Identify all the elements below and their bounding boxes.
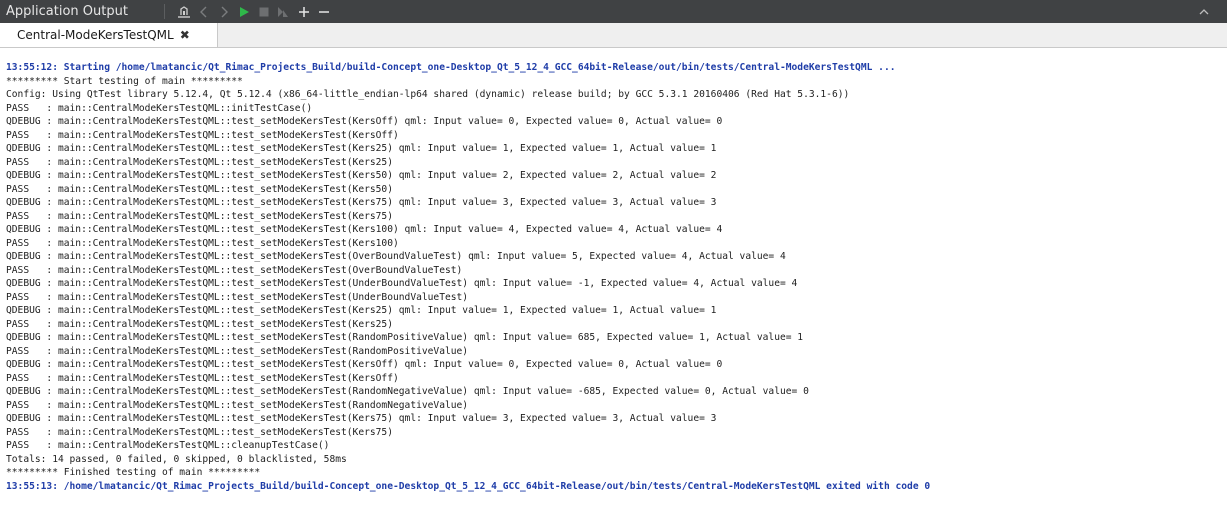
next-arrow-icon[interactable] (215, 0, 233, 23)
application-output-text[interactable]: 13:55:12: Starting /home/lmatancic/Qt_Ri… (6, 61, 1227, 493)
output-line: PASS : main::CentralModeKersTestQML::tes… (6, 183, 393, 195)
output-line: PASS : main::CentralModeKersTestQML::tes… (6, 129, 399, 141)
tab-central-modekerstestqml[interactable]: Central-ModeKersTestQML ✖ (0, 23, 218, 47)
output-line: PASS : main::CentralModeKersTestQML::tes… (6, 399, 469, 411)
pane-title: Application Output (6, 4, 128, 19)
stop-icon[interactable] (255, 0, 273, 23)
output-line: QDEBUG : main::CentralModeKersTestQML::t… (6, 197, 717, 208)
zoom-out-icon[interactable] (315, 0, 333, 23)
output-line: Totals: 14 passed, 0 failed, 0 skipped, … (6, 453, 347, 465)
output-line: PASS : main::CentralModeKersTestQML::tes… (6, 237, 399, 249)
tab-label: Central-ModeKersTestQML (17, 28, 174, 42)
output-line: QDEBUG : main::CentralModeKersTestQML::t… (6, 251, 786, 262)
output-line: PASS : main::CentralModeKersTestQML::tes… (6, 210, 393, 222)
output-line: QDEBUG : main::CentralModeKersTestQML::t… (6, 170, 717, 181)
output-line: PASS : main::CentralModeKersTestQML::tes… (6, 426, 393, 438)
output-line: ********* Finished testing of main *****… (6, 467, 261, 478)
collapse-icon[interactable] (1195, 0, 1213, 23)
zoom-in-icon[interactable] (295, 0, 313, 23)
output-line: ********* Start testing of main ********… (6, 75, 243, 87)
output-line: QDEBUG : main::CentralModeKersTestQML::t… (6, 332, 804, 343)
output-line: QDEBUG : main::CentralModeKersTestQML::t… (6, 224, 723, 235)
output-line: PASS : main::CentralModeKersTestQML::tes… (6, 318, 393, 330)
close-icon[interactable]: ✖ (180, 28, 190, 42)
output-line: QDEBUG : main::CentralModeKersTestQML::t… (6, 278, 798, 289)
prev-arrow-icon[interactable] (195, 0, 213, 23)
run-icon[interactable] (235, 0, 253, 23)
output-line: PASS : main::CentralModeKersTestQML::tes… (6, 291, 469, 303)
output-line: PASS : main::CentralModeKersTestQML::tes… (6, 345, 469, 357)
output-line: PASS : main::CentralModeKersTestQML::cle… (6, 440, 330, 451)
output-line: QDEBUG : main::CentralModeKersTestQML::t… (6, 305, 717, 316)
output-line: PASS : main::CentralModeKersTestQML::tes… (6, 372, 399, 384)
output-line: PASS : main::CentralModeKersTestQML::tes… (6, 264, 463, 276)
output-line: QDEBUG : main::CentralModeKersTestQML::t… (6, 386, 809, 397)
output-tab-bar: Central-ModeKersTestQML ✖ (0, 23, 1227, 48)
toolbar-divider (164, 4, 165, 19)
output-line: QDEBUG : main::CentralModeKersTestQML::t… (6, 413, 717, 424)
output-line: QDEBUG : main::CentralModeKersTestQML::t… (6, 359, 723, 370)
output-line: PASS : main::CentralModeKersTestQML::ini… (6, 102, 313, 114)
output-line: QDEBUG : main::CentralModeKersTestQML::t… (6, 143, 717, 154)
output-status-line: 13:55:13: /home/lmatancic/Qt_Rimac_Proje… (6, 480, 931, 492)
output-status-line: 13:55:12: Starting /home/lmatancic/Qt_Ri… (6, 62, 896, 73)
output-line: Config: Using QtTest library 5.12.4, Qt … (6, 89, 850, 100)
attach-debugger-icon[interactable] (275, 0, 293, 23)
attach-icon[interactable] (175, 0, 193, 23)
output-line: PASS : main::CentralModeKersTestQML::tes… (6, 156, 393, 168)
output-pane-toolbar: Application Output (0, 0, 1227, 23)
output-line: QDEBUG : main::CentralModeKersTestQML::t… (6, 116, 723, 127)
